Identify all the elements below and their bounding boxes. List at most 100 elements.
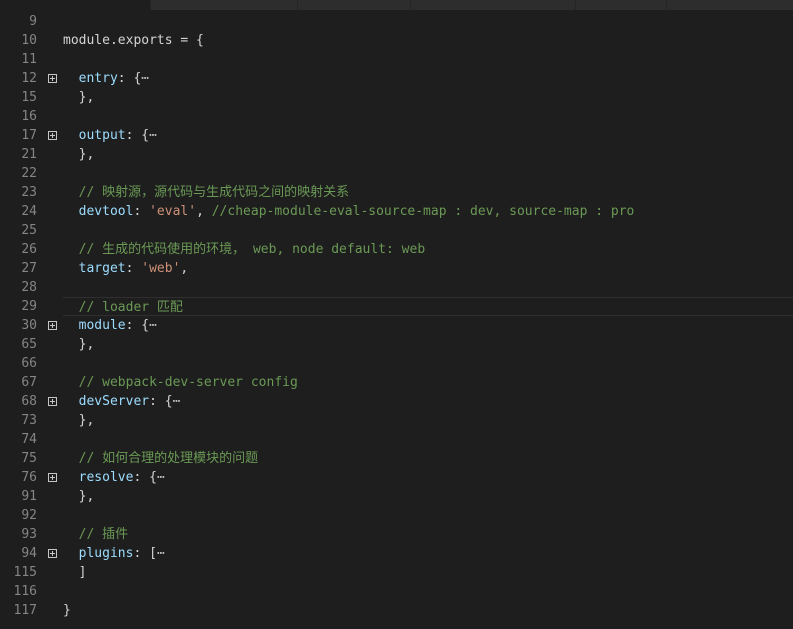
code-text: }, (63, 335, 95, 354)
code-content: devServer: {⋯ (63, 392, 793, 411)
line-number: 17 (21, 128, 37, 143)
code-text: }, (63, 411, 95, 430)
code-line[interactable]: 93 // 插件 (0, 525, 793, 544)
tab-3[interactable] (298, 0, 411, 10)
code-line[interactable]: 28 (0, 278, 793, 297)
code-text: plugins: [⋯ (63, 544, 165, 563)
code-line[interactable]: 75 // 如何合理的处理模块的问题 (0, 449, 793, 468)
code-line[interactable]: 91 }, (0, 487, 793, 506)
fold-expand-icon[interactable] (48, 473, 57, 482)
code-line[interactable]: 21 }, (0, 145, 793, 164)
punctuation: : (125, 261, 142, 276)
punctuation: : { (149, 394, 173, 409)
code-editor[interactable]: 9 10 module.exports = {11 12 entry: {⋯ 15 },… (0, 10, 793, 629)
folded-ellipsis: ⋯ (172, 394, 181, 409)
code-line[interactable]: 10 module.exports = { (0, 31, 793, 50)
code-content: // webpack-dev-server config (63, 373, 793, 392)
property-key: output (78, 128, 126, 143)
code-content: module: {⋯ (63, 316, 793, 335)
code-line[interactable]: 12 entry: {⋯ (0, 69, 793, 88)
code-content: output: {⋯ (63, 126, 793, 145)
code-line[interactable]: 9 (0, 12, 793, 31)
code-line[interactable]: 92 (0, 506, 793, 525)
code-line[interactable]: 116 (0, 582, 793, 601)
tab-active[interactable] (0, 0, 151, 10)
line-number: 29 (21, 299, 37, 314)
code-line[interactable]: 16 (0, 107, 793, 126)
folded-ellipsis: ⋯ (141, 71, 150, 86)
code-line[interactable]: 30 module: {⋯ (0, 316, 793, 335)
code-plain: }, (63, 90, 95, 105)
line-number: 93 (21, 527, 37, 542)
comment: // loader 匹配 (63, 300, 183, 315)
code-line[interactable]: 94 plugins: [⋯ (0, 544, 793, 563)
code-line[interactable]: 67 // webpack-dev-server config (0, 373, 793, 392)
code-line[interactable]: 74 (0, 430, 793, 449)
code-content: }, (63, 145, 793, 164)
code-content (63, 506, 793, 525)
line-number: 116 (13, 584, 37, 599)
code-line[interactable]: 76 resolve: {⋯ (0, 468, 793, 487)
string-literal: 'web' (141, 261, 181, 276)
comment: // 生成的代码使用的环境， web, node default: web (63, 242, 426, 257)
code-text: }, (63, 88, 95, 107)
line-number: 115 (13, 565, 37, 580)
code-line[interactable]: 117} (0, 601, 793, 620)
code-line[interactable]: 24 devtool: 'eval', //cheap-module-eval-… (0, 202, 793, 221)
code-line[interactable]: 25 (0, 221, 793, 240)
tab-2[interactable] (151, 0, 298, 10)
line-number: 91 (21, 489, 37, 504)
comment: // 插件 (63, 527, 129, 542)
code-content (63, 164, 793, 183)
code-line[interactable]: 26 // 生成的代码使用的环境， web, node default: web (0, 240, 793, 259)
property-key: resolve (78, 470, 134, 485)
code-line[interactable]: 73 }, (0, 411, 793, 430)
line-number: 16 (21, 109, 37, 124)
fold-expand-icon[interactable] (48, 74, 57, 83)
line-number: 94 (21, 546, 37, 561)
line-number: 24 (21, 204, 37, 219)
code-text: module: {⋯ (63, 316, 157, 335)
fold-expand-icon[interactable] (48, 131, 57, 140)
line-number: 22 (21, 166, 37, 181)
code-content: }, (63, 88, 793, 107)
fold-expand-icon[interactable] (48, 549, 57, 558)
code-line[interactable]: 66 (0, 354, 793, 373)
folded-ellipsis: ⋯ (149, 318, 157, 333)
tab-5[interactable] (576, 0, 667, 10)
code-content: target: 'web', (63, 259, 793, 278)
fold-expand-icon[interactable] (48, 397, 57, 406)
code-text: resolve: {⋯ (63, 468, 165, 487)
code-line[interactable]: 15 }, (0, 88, 793, 107)
property-key: devServer (78, 394, 150, 409)
code-content: // 映射源，源代码与生成代码之间的映射关系 (63, 183, 793, 202)
code-line[interactable]: 65 }, (0, 335, 793, 354)
line-number: 117 (13, 603, 37, 618)
code-line[interactable]: 22 (0, 164, 793, 183)
code-line[interactable]: 23 // 映射源，源代码与生成代码之间的映射关系 (0, 183, 793, 202)
code-line[interactable]: 11 (0, 50, 793, 69)
code-text: // 插件 (63, 525, 129, 544)
tab-4[interactable] (411, 0, 576, 10)
property-key: entry (78, 71, 118, 86)
code-line[interactable]: 115 ] (0, 563, 793, 582)
code-content: module.exports = { (63, 31, 793, 50)
line-number: 9 (29, 14, 37, 29)
string-literal: 'eval' (149, 204, 197, 219)
code-text: devtool: 'eval', //cheap-module-eval-sou… (63, 202, 635, 221)
code-content: devtool: 'eval', //cheap-module-eval-sou… (63, 202, 793, 221)
line-number: 73 (21, 413, 37, 428)
code-plain: }, (63, 489, 95, 504)
code-plain: } (63, 603, 71, 618)
code-line[interactable]: 17 output: {⋯ (0, 126, 793, 145)
code-line[interactable]: 68 devServer: {⋯ (0, 392, 793, 411)
fold-expand-icon[interactable] (48, 321, 57, 330)
code-line[interactable]: 29 // loader 匹配 (0, 297, 793, 316)
code-line[interactable]: 27 target: 'web', (0, 259, 793, 278)
comment: // 映射源，源代码与生成代码之间的映射关系 (63, 185, 350, 200)
code-content: ] (63, 563, 793, 582)
code-text: target: 'web', (63, 259, 189, 278)
